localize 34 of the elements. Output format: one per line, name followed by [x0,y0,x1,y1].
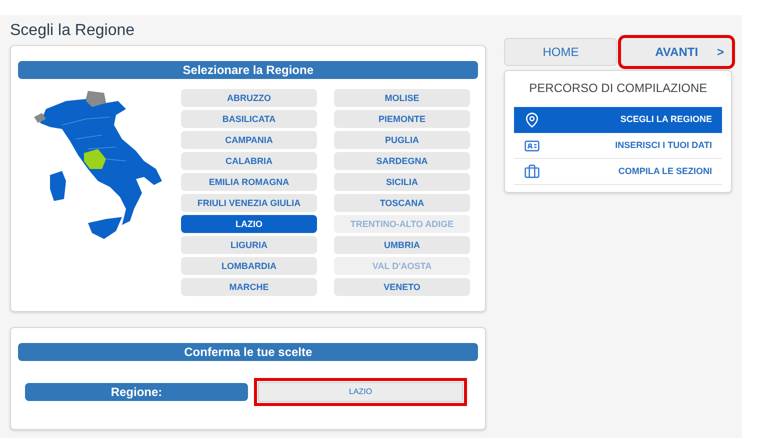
briefcase-icon [524,164,540,180]
step-label: COMPILA LE SEZIONI [618,164,712,178]
location-pin-icon [524,112,540,128]
region-button[interactable]: ABRUZZO [181,89,317,107]
region-button[interactable]: LIGURIA [181,236,317,254]
step-item[interactable]: SCEGLI LA REGIONE [514,107,722,133]
page-title: Scegli la Regione [10,21,135,41]
id-card-icon [524,138,540,154]
region-button[interactable]: CAMPANIA [181,131,317,149]
region-button[interactable]: PIEMONTE [334,110,470,128]
region-button[interactable]: MOLISE [334,89,470,107]
steps-title: PERCORSO DI COMPILAZIONE [528,80,708,97]
region-button[interactable]: VENETO [334,278,470,296]
region-label: Regione: [25,383,248,401]
chevron-icon: > [717,43,724,61]
section-header: Selezionare la Regione [18,61,478,79]
region-button[interactable]: BASILICATA [181,110,317,128]
nav-button[interactable]: HOME [504,38,618,66]
region-button[interactable]: PUGLIA [334,131,470,149]
region-button[interactable]: FRIULI VENEZIA GIULIA [181,194,317,212]
region-button[interactable]: MARCHE [181,278,317,296]
region-button[interactable]: TOSCANA [334,194,470,212]
region-button[interactable]: LAZIO [181,215,317,233]
selected-region-value: LAZIO [258,382,463,402]
region-button[interactable]: SICILIA [334,173,470,191]
region-button[interactable]: SARDEGNA [334,152,470,170]
nav-button[interactable]: AVANTI > [621,38,732,66]
step-label: SCEGLI LA REGIONE [620,113,712,126]
region-button[interactable]: LOMBARDIA [181,257,317,275]
section-header: Conferma le tue scelte [18,343,478,361]
region-button[interactable]: UMBRIA [334,236,470,254]
region-button[interactable]: CALABRIA [181,152,317,170]
step-label: INSERISCI I TUOI DATI [615,138,712,152]
region-button[interactable]: EMILIA ROMAGNA [181,173,317,191]
